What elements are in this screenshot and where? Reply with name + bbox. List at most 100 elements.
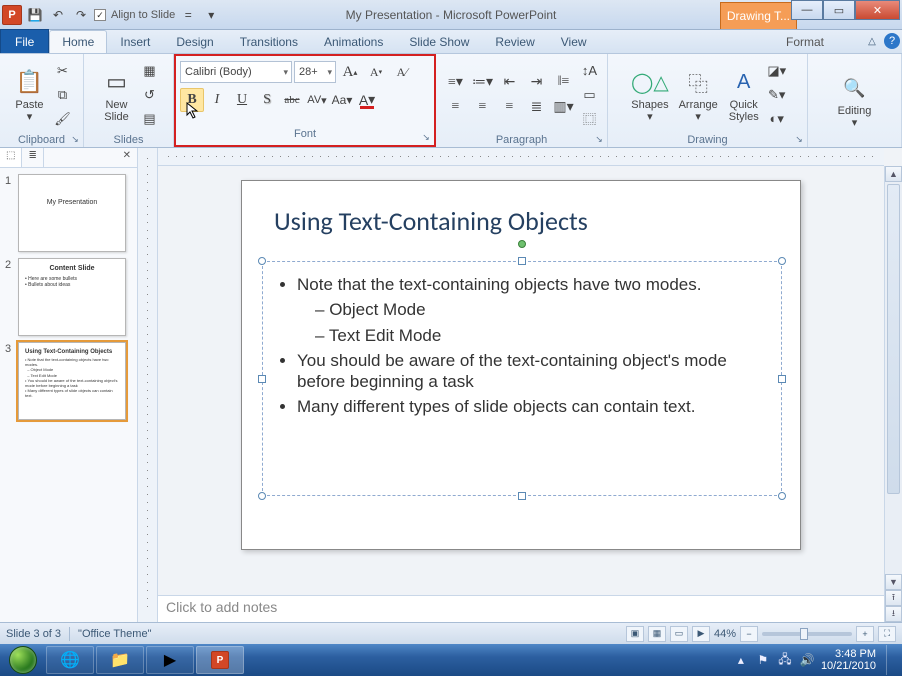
scroll-down-icon[interactable]: ▼ bbox=[885, 574, 902, 590]
tab-view[interactable]: View bbox=[548, 30, 600, 53]
scroll-up-icon[interactable]: ▲ bbox=[885, 166, 902, 182]
cut-icon[interactable]: ✂ bbox=[52, 60, 74, 82]
tray-clock[interactable]: 3:48 PM 10/21/2010 bbox=[821, 648, 876, 672]
tab-review[interactable]: Review bbox=[482, 30, 547, 53]
tab-insert[interactable]: Insert bbox=[107, 30, 163, 53]
format-painter-icon[interactable]: 🖌 bbox=[52, 108, 74, 130]
layout-icon[interactable]: ▦ bbox=[139, 60, 161, 82]
arrange-button[interactable]: ⿻ Arrange▾ bbox=[675, 64, 722, 125]
font-color-button[interactable]: A▾ bbox=[355, 88, 379, 112]
align-left-icon[interactable]: ≡ bbox=[443, 95, 469, 119]
sorter-view-icon[interactable]: ▦ bbox=[648, 626, 666, 642]
numbering-icon[interactable]: ≔▾ bbox=[470, 70, 496, 94]
smartart-icon[interactable]: ⿴ bbox=[579, 108, 601, 130]
zoom-out-icon[interactable]: − bbox=[740, 626, 758, 642]
start-button[interactable] bbox=[2, 645, 44, 675]
clear-format-icon[interactable]: A∕ bbox=[390, 60, 414, 84]
qat-save-icon[interactable]: 💾 bbox=[25, 5, 45, 25]
shape-effects-icon[interactable]: ◐▾ bbox=[766, 108, 788, 130]
prev-slide-icon[interactable]: ⭱ bbox=[885, 590, 902, 606]
char-spacing-button[interactable]: AV▾ bbox=[305, 88, 329, 112]
tray-network-icon[interactable]: 🖧 bbox=[777, 652, 793, 668]
next-slide-icon[interactable]: ⭳ bbox=[885, 606, 902, 622]
text-direction-icon[interactable]: ↕A bbox=[579, 60, 601, 82]
maximize-button[interactable]: ▭ bbox=[823, 0, 855, 20]
tray-volume-icon[interactable]: 🔊 bbox=[799, 652, 815, 668]
slide-thumbnail[interactable]: 2 Content Slide • Here are some bullets•… bbox=[18, 258, 126, 336]
shadow-button[interactable]: S bbox=[255, 88, 279, 112]
fit-to-window-icon[interactable]: ⛶ bbox=[878, 626, 896, 642]
qat-align-checkbox[interactable]: ✓ bbox=[94, 9, 106, 21]
close-button[interactable]: ✕ bbox=[855, 0, 900, 20]
bullet-item[interactable]: Note that the text-containing objects ha… bbox=[297, 274, 765, 295]
shape-outline-icon[interactable]: ✎▾ bbox=[766, 84, 788, 106]
minimize-button[interactable]: — bbox=[791, 0, 823, 20]
taskbar-explorer-icon[interactable]: 📁 bbox=[96, 646, 144, 674]
minimize-ribbon-icon[interactable]: △ bbox=[864, 33, 880, 49]
bold-button[interactable]: B bbox=[180, 88, 204, 112]
quick-styles-button[interactable]: Α Quick Styles bbox=[724, 64, 764, 125]
taskbar-media-icon[interactable]: ▶ bbox=[146, 646, 194, 674]
align-center-icon[interactable]: ≡ bbox=[470, 95, 496, 119]
tab-animations[interactable]: Animations bbox=[311, 30, 396, 53]
qat-undo-icon[interactable]: ↶ bbox=[48, 5, 68, 25]
show-desktop-button[interactable] bbox=[886, 645, 896, 675]
tab-home[interactable]: Home bbox=[49, 30, 107, 53]
underline-button[interactable]: U bbox=[230, 88, 254, 112]
thumbnails-tab-outline[interactable]: ≣ bbox=[22, 148, 43, 167]
tray-show-hidden-icon[interactable]: ▴ bbox=[733, 652, 749, 668]
slide-canvas[interactable]: Using Text-Containing Objects Note that … bbox=[158, 166, 884, 622]
justify-icon[interactable]: ≣ bbox=[524, 95, 550, 119]
paste-button[interactable]: 📋 Paste▾ bbox=[10, 64, 50, 125]
tab-format[interactable]: Format bbox=[773, 30, 837, 53]
font-name-combo[interactable]: Calibri (Body) bbox=[180, 61, 292, 83]
normal-view-icon[interactable]: ▣ bbox=[626, 626, 644, 642]
qat-customize-icon[interactable]: ▾ bbox=[201, 5, 221, 25]
slide-thumbnail[interactable]: 1 My Presentation bbox=[18, 174, 126, 252]
drawing-launcher-icon[interactable]: ↘ bbox=[793, 133, 805, 145]
tab-slideshow[interactable]: Slide Show bbox=[396, 30, 482, 53]
increase-indent-icon[interactable]: ⇥ bbox=[524, 70, 550, 94]
slide-thumbnail[interactable]: 3 Using Text-Containing Objects • Note t… bbox=[18, 342, 126, 420]
align-text-icon[interactable]: ▭ bbox=[579, 84, 601, 106]
line-spacing-icon[interactable]: ‖≡ bbox=[551, 70, 577, 94]
scrollbar-thumb[interactable] bbox=[887, 184, 900, 494]
strikethrough-button[interactable]: abc bbox=[280, 88, 304, 112]
content-textbox[interactable]: Note that the text-containing objects ha… bbox=[262, 261, 782, 496]
clipboard-launcher-icon[interactable]: ↘ bbox=[69, 133, 81, 145]
qat-align-dropdown-icon[interactable]: = bbox=[178, 5, 198, 25]
bullet-item[interactable]: You should be aware of the text-containi… bbox=[297, 350, 765, 393]
thumbnails-close-icon[interactable]: ✕ bbox=[117, 148, 137, 167]
tab-transitions[interactable]: Transitions bbox=[227, 30, 311, 53]
thumbnails-tab-slides[interactable]: ⬚ bbox=[0, 148, 22, 167]
shape-fill-icon[interactable]: ◪▾ bbox=[766, 60, 788, 82]
qat-redo-icon[interactable]: ↷ bbox=[71, 5, 91, 25]
tab-design[interactable]: Design bbox=[163, 30, 226, 53]
zoom-in-icon[interactable]: + bbox=[856, 626, 874, 642]
vertical-scrollbar[interactable]: ▲ ▼ ⭱ ⭳ bbox=[884, 166, 902, 622]
new-slide-button[interactable]: ▭ New Slide bbox=[97, 64, 137, 125]
textbox-content[interactable]: Note that the text-containing objects ha… bbox=[263, 262, 781, 434]
paragraph-launcher-icon[interactable]: ↘ bbox=[593, 133, 605, 145]
font-launcher-icon[interactable]: ↘ bbox=[420, 131, 432, 143]
sub-bullet-item[interactable]: Text Edit Mode bbox=[315, 325, 765, 346]
help-icon[interactable]: ? bbox=[884, 33, 900, 49]
slideshow-view-icon[interactable]: ▶ bbox=[692, 626, 710, 642]
sub-bullet-item[interactable]: Object Mode bbox=[315, 299, 765, 320]
italic-button[interactable]: I bbox=[205, 88, 229, 112]
notes-pane[interactable]: Click to add notes bbox=[158, 595, 884, 622]
font-size-combo[interactable]: 28+ bbox=[294, 61, 336, 83]
taskbar-powerpoint-icon[interactable]: P bbox=[196, 646, 244, 674]
tray-flag-icon[interactable]: ⚑ bbox=[755, 652, 771, 668]
bullets-icon[interactable]: ≡▾ bbox=[443, 70, 469, 94]
columns-icon[interactable]: ▥▾ bbox=[551, 95, 577, 119]
zoom-slider[interactable] bbox=[762, 632, 852, 636]
taskbar-ie-icon[interactable]: 🌐 bbox=[46, 646, 94, 674]
shapes-button[interactable]: ◯△ Shapes▾ bbox=[627, 64, 672, 125]
editing-button[interactable]: 🔍 Editing▾ bbox=[834, 70, 876, 131]
slide[interactable]: Using Text-Containing Objects Note that … bbox=[241, 180, 801, 550]
file-tab[interactable]: File bbox=[0, 29, 49, 53]
change-case-button[interactable]: Aa▾ bbox=[330, 88, 354, 112]
shrink-font-icon[interactable]: A▾ bbox=[364, 60, 388, 84]
slide-title[interactable]: Using Text-Containing Objects bbox=[274, 205, 588, 237]
